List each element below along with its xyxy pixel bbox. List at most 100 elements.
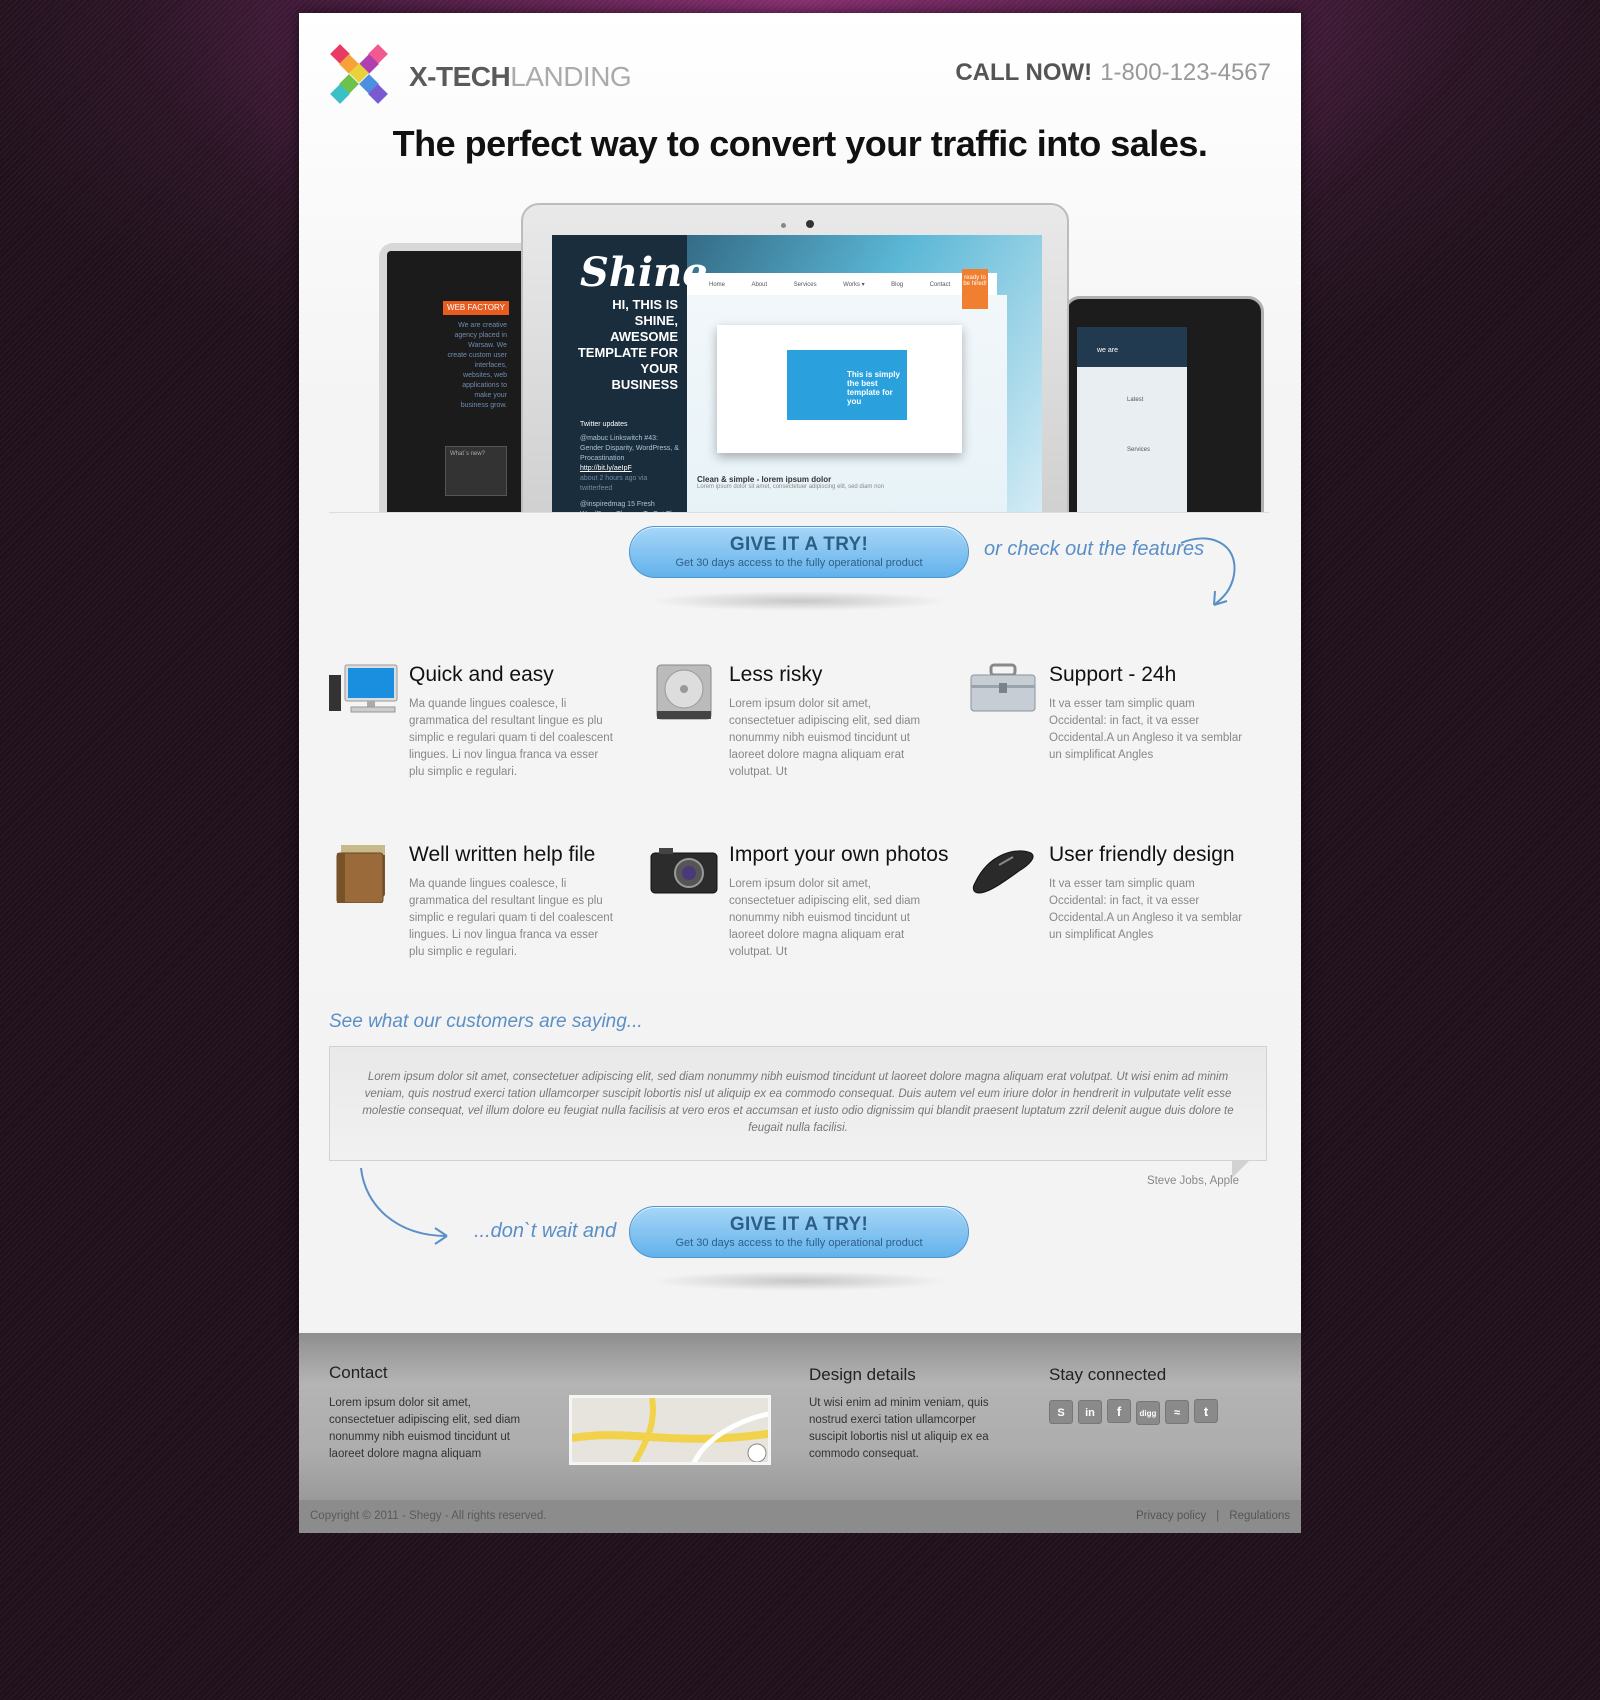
shine-slide-highlight: This is simply the best template for you xyxy=(787,350,907,420)
page-headline: The perfect way to convert your traffic … xyxy=(392,123,1208,164)
social-icons: Sin f digg ≈ t xyxy=(1049,1399,1223,1425)
ready-to-be-hired-tag: ready to be hired! xyxy=(962,269,988,309)
cta-title: GIVE IT A TRY! xyxy=(729,1214,869,1235)
footer-contact-title: Contact xyxy=(329,1363,388,1382)
main-tablet-screen: Shine HI, THIS IS SHINE, AWESOME TEMPLAT… xyxy=(552,235,1042,512)
whats-new-label: What`s new? xyxy=(450,451,486,457)
map-icon xyxy=(572,1398,768,1462)
facebook-icon[interactable]: f xyxy=(1107,1399,1131,1423)
shine-nav-works: Works ▾ xyxy=(843,282,865,288)
computer-icon xyxy=(329,664,398,713)
feature-title: User friendly design xyxy=(1049,843,1235,866)
hero-devices-image: WEB FACTORY We are creative agency place… xyxy=(329,188,1269,513)
deviantart-icon[interactable]: ≈ xyxy=(1165,1400,1189,1424)
web-factory-badge: WEB FACTORY xyxy=(443,301,509,315)
books-icon xyxy=(336,845,385,903)
footer-design-title: Design details xyxy=(809,1365,916,1384)
shine-nav-services: Services xyxy=(793,282,817,288)
privacy-policy-link[interactable]: Privacy policy xyxy=(1136,1510,1206,1522)
web-factory-text: We are creative agency placed in Warsaw.… xyxy=(447,322,507,409)
camera-icon xyxy=(650,848,718,894)
dont-wait-text: ...don`t wait and xyxy=(474,1220,617,1242)
tweet-1: @mabuc Linkswitch #43: Gender Disparity,… xyxy=(580,435,679,462)
testimonial-quote: Lorem ipsum dolor sit amet, consectetuer… xyxy=(329,1046,1267,1161)
feature-title: Import your own photos xyxy=(729,843,949,866)
feature-text: Lorem ipsum dolor sit amet, consectetuer… xyxy=(729,878,921,958)
x-logo-icon[interactable] xyxy=(329,43,393,107)
twitter-updates-title: Twitter updates xyxy=(580,421,628,428)
skype-icon[interactable]: S xyxy=(1049,1400,1073,1424)
testimonial-author: Steve Jobs, Apple xyxy=(1146,1175,1239,1187)
tweet-1-link: http://bit.ly/aeIpF xyxy=(580,465,632,472)
brand-light: LANDING xyxy=(510,61,632,92)
brand-bold: X-TECH xyxy=(409,61,511,92)
curved-arrow-right-icon xyxy=(360,1167,448,1245)
cta-subtitle: Get 30 days access to the fully operatio… xyxy=(675,1237,923,1249)
footer-stay-title: Stay connected xyxy=(1049,1365,1167,1384)
testimonial-heading: See what our customers are saying... xyxy=(329,1011,643,1032)
tablet-right-header: we are xyxy=(1077,327,1187,367)
shine-caption: Clean & simple - lorem ipsum dolor Lorem… xyxy=(697,475,884,490)
tweet-2: @inspiredmag 15 Fresh WordPress Themes T… xyxy=(580,501,678,512)
link-separator: | xyxy=(1216,1510,1220,1522)
give-it-a-try-button[interactable]: GIVE IT A TRY! Get 30 days access to the… xyxy=(629,526,969,578)
digg-icon[interactable]: digg xyxy=(1136,1401,1160,1425)
shine-slider: This is simply the best template for you xyxy=(717,325,962,453)
regulations-link[interactable]: Regulations xyxy=(1229,1510,1290,1522)
shine-nav-blog: Blog xyxy=(891,282,904,288)
footer-design-text: Ut wisi enim ad minim veniam, quis nostr… xyxy=(809,1397,989,1460)
feature-text: Lorem ipsum dolor sit amet, consectetuer… xyxy=(729,698,921,778)
cta-title: GIVE IT A TRY! xyxy=(729,534,869,555)
feature-title: Well written help file xyxy=(409,843,596,866)
feature-quick-and-easy: Quick and easy Ma quande lingues coalesc… xyxy=(329,663,619,803)
give-it-a-try-button-bottom[interactable]: GIVE IT A TRY! Get 30 days access to the… xyxy=(629,1206,969,1258)
hard-drive-icon xyxy=(656,664,712,720)
feature-support: Support - 24h It va esser tam simplic qu… xyxy=(969,663,1259,803)
map-thumbnail[interactable] xyxy=(569,1395,771,1465)
check-features-link[interactable]: or check out the features xyxy=(984,538,1204,561)
main-tablet: Shine HI, THIS IS SHINE, AWESOME TEMPLAT… xyxy=(521,203,1069,512)
tweet-1-time: about 2 hours ago via twitterfeed xyxy=(580,475,648,492)
shine-twitter: Twitter updates @mabuc Linkswitch #43: G… xyxy=(580,420,680,512)
shine-nav-contact: Contact xyxy=(929,282,951,288)
feature-text: Ma quande lingues coalesce, li grammatic… xyxy=(409,878,613,958)
landing-page: X-TECHLANDING CALL NOW! 1-800-123-4567 Th… xyxy=(299,13,1301,1333)
whats-new-box: What`s new? xyxy=(445,446,507,496)
mouse-icon xyxy=(972,850,1034,894)
shine-nav-about: About xyxy=(751,282,768,288)
tablet-right: we are Latest Services xyxy=(1064,296,1264,512)
shine-nav-home: Home xyxy=(709,282,726,288)
shine-nav: Home About Services Works ▾ Blog Contact xyxy=(687,273,997,295)
phone-number[interactable]: 1-800-123-4567 xyxy=(1100,59,1271,86)
cta-subtitle: Get 30 days access to the fully operatio… xyxy=(675,557,923,569)
footer-contact-text: Lorem ipsum dolor sit amet, consectetuer… xyxy=(329,1397,521,1460)
tablet-right-screen: we are Latest Services xyxy=(1077,327,1187,512)
call-label: CALL NOW! xyxy=(955,59,1093,86)
feature-help-file: Well written help file Ma quande lingues… xyxy=(329,843,619,983)
copyright-text: Copyright © 2011 - Shegy - All rights re… xyxy=(310,1510,547,1522)
feature-title: Quick and easy xyxy=(409,663,554,686)
cta-shadow xyxy=(649,591,949,611)
brand-name[interactable]: X-TECHLANDING xyxy=(409,61,632,93)
curved-arrow-down-icon xyxy=(1180,537,1236,606)
feature-title: Support - 24h xyxy=(1049,663,1177,686)
feature-text: Ma quande lingues coalesce, li grammatic… xyxy=(409,698,613,778)
shine-caption-title: Clean & simple - lorem ipsum dolor xyxy=(697,475,832,484)
feature-text: It va esser tam simplic quam Occidental:… xyxy=(1049,878,1243,941)
feature-user-friendly: User friendly design It va esser tam sim… xyxy=(969,843,1259,983)
toolbox-icon xyxy=(970,663,1036,712)
shine-caption-sub: Lorem ipsum dolor sit amet, consectetuer… xyxy=(697,484,885,490)
feature-less-risky: Less risky Lorem ipsum dolor sit amet, c… xyxy=(649,663,939,803)
linkedin-icon[interactable]: in xyxy=(1078,1400,1102,1424)
feature-import-photos: Import your own photos Lorem ipsum dolor… xyxy=(649,843,948,983)
footer-links: Privacy policy | Regulations xyxy=(1136,1510,1290,1522)
feature-text: It va esser tam simplic quam Occidental:… xyxy=(1049,698,1243,761)
feature-title: Less risky xyxy=(729,663,823,686)
copyright-bar: Copyright © 2011 - Shegy - All rights re… xyxy=(299,1500,1301,1533)
tablet-camera-dots xyxy=(771,215,831,246)
footer: Contact Lorem ipsum dolor sit amet, cons… xyxy=(299,1333,1301,1500)
tablet-right-header-text: we are xyxy=(1097,347,1119,354)
twitter-icon[interactable]: t xyxy=(1194,1399,1218,1423)
cta-shadow xyxy=(649,1271,949,1291)
shine-tagline: HI, THIS IS SHINE, AWESOME TEMPLATE FOR … xyxy=(577,297,678,392)
